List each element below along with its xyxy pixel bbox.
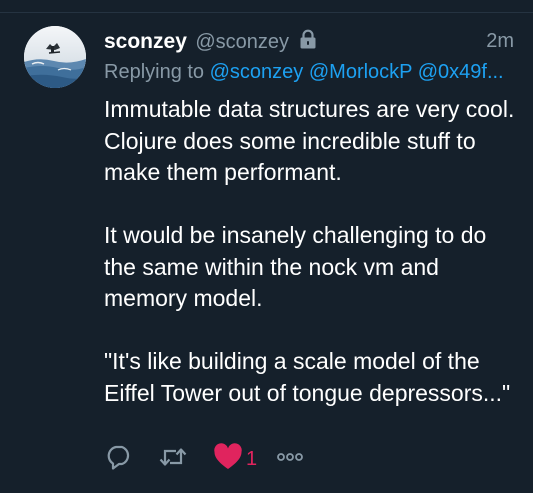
retweet-button[interactable] <box>158 443 188 475</box>
more-options-button[interactable] <box>276 443 304 475</box>
retweet-icon <box>158 443 188 476</box>
user-handle[interactable]: @sconzey <box>195 31 289 53</box>
tweet[interactable]: sconzey @sconzey 2m Replying to @sconzey… <box>0 13 533 493</box>
tweet-actions: 1 <box>105 442 365 476</box>
heart-icon <box>213 442 243 476</box>
mention-link[interactable]: @sconzey <box>210 61 304 83</box>
mention-link[interactable]: @0x49f... <box>418 61 504 83</box>
reply-icon <box>105 443 133 476</box>
mention-link[interactable]: @MorlockP <box>309 61 412 83</box>
avatar[interactable] <box>24 26 86 88</box>
replying-to: Replying to @sconzey @MorlockP @0x49f... <box>104 61 519 84</box>
replying-to-label: Replying to <box>104 61 205 83</box>
more-icon <box>276 443 304 476</box>
lock-icon <box>299 29 317 54</box>
tweet-header: sconzey @sconzey 2m <box>104 29 516 56</box>
like-button[interactable]: 1 <box>213 442 258 476</box>
reply-button[interactable] <box>105 443 133 475</box>
avatar-image <box>24 26 86 88</box>
timestamp[interactable]: 2m <box>486 30 514 53</box>
display-name[interactable]: sconzey <box>104 30 187 53</box>
like-count: 1 <box>246 447 258 470</box>
tweet-text: Immutable data structures are very cool.… <box>104 96 515 406</box>
